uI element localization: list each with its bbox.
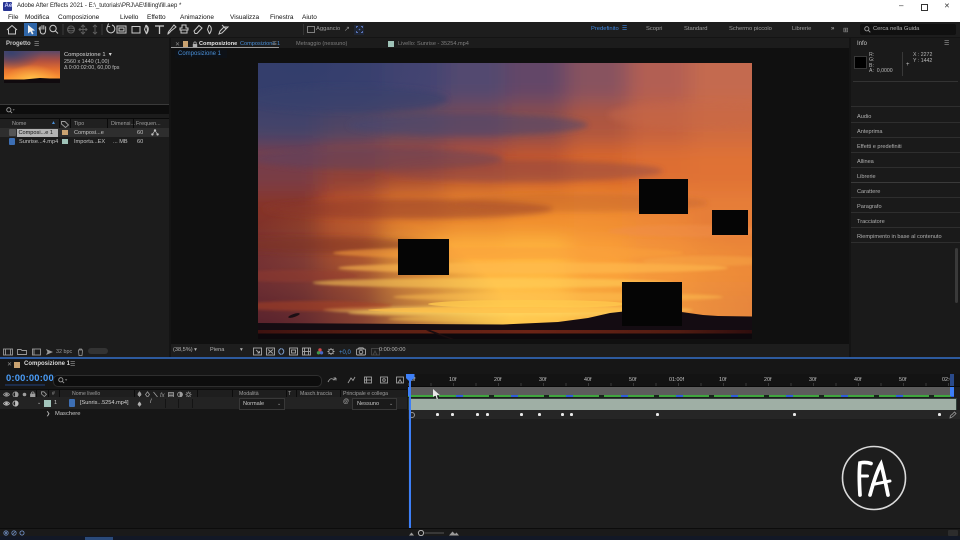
svg-text:+0,0: +0,0 (339, 350, 352, 356)
